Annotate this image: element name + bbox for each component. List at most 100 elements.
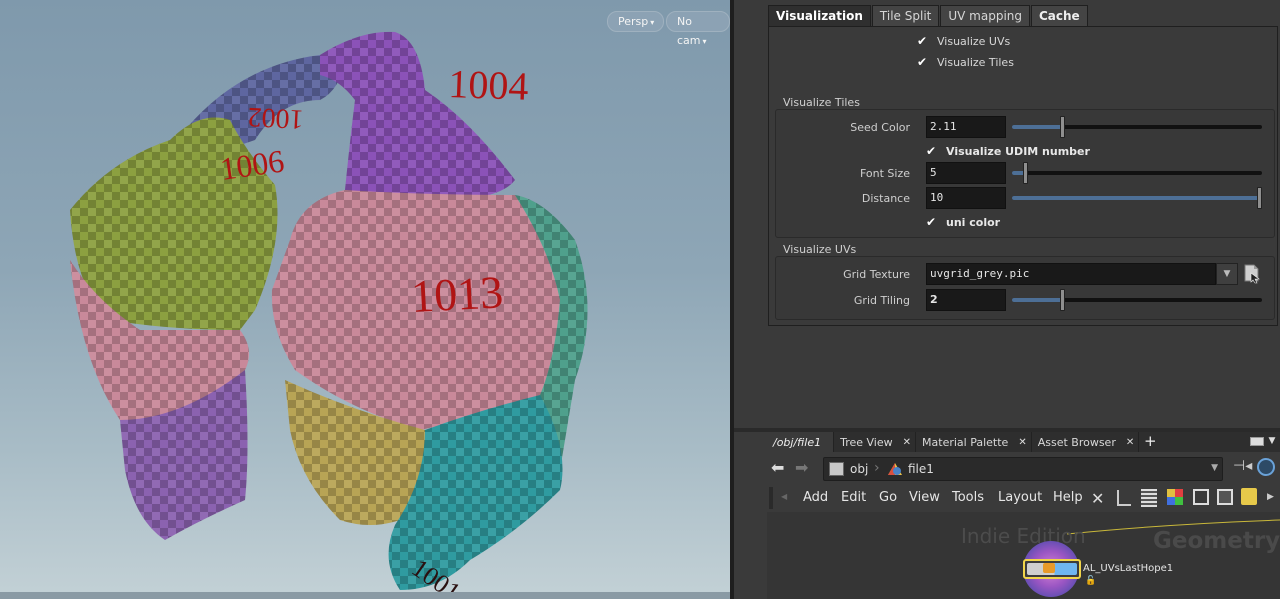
path-breadcrumb[interactable]: obj › file1 ▼ — [823, 457, 1223, 481]
forward-arrow-icon[interactable]: ➡ — [795, 458, 808, 477]
tab-visualization[interactable]: Visualization — [768, 5, 871, 27]
checkmark-icon: ✔ — [926, 144, 937, 158]
menu-go[interactable]: Go — [879, 490, 897, 505]
visualize-tiles-toggle[interactable]: ✔ Visualize Tiles — [917, 53, 1014, 71]
grid-tiling-slider[interactable] — [1012, 289, 1262, 311]
network-path-bar: ⬅ ➡ obj › file1 ▼ ⊣◂ — [767, 452, 1280, 484]
menu-edit[interactable]: Edit — [841, 490, 866, 505]
slider-fill — [1012, 196, 1262, 200]
network-left-strip — [734, 432, 767, 599]
seed-color-field[interactable]: 2.11 — [926, 116, 1006, 138]
close-icon[interactable]: ✕ — [1126, 433, 1134, 452]
tab-material-palette[interactable]: Material Palette ✕ — [916, 432, 1032, 452]
menubar-collapse-icon[interactable]: ◀ — [781, 492, 787, 501]
node-type-icon — [1043, 563, 1055, 573]
slider-fill — [1012, 298, 1062, 302]
edition-watermark: Indie Edition — [961, 524, 1086, 548]
node-name-label[interactable]: AL_UVsLastHope1 — [1083, 563, 1173, 574]
visualize-uvs-label: Visualize UVs — [937, 34, 1011, 48]
uv-tiled-mesh: 1004 1002 1006 1013 1001 — [70, 31, 588, 599]
visualization-tab-body: ✔ Visualize UVs ✔ Visualize Tiles Visual… — [768, 26, 1278, 326]
udim-label: 1013 — [410, 266, 505, 322]
maximize-pane-icon[interactable] — [1250, 437, 1264, 446]
tab-uv-mapping[interactable]: UV mapping — [940, 5, 1030, 27]
slider-handle[interactable] — [1060, 289, 1065, 311]
tab-obj-file1[interactable]: /obj/file1 — [767, 432, 835, 452]
grid-texture-label: Grid Texture — [843, 268, 910, 281]
chevron-down-icon[interactable]: ▼ — [1211, 463, 1218, 473]
chevron-down-icon: ▾ — [650, 18, 655, 27]
path-segment-file1[interactable]: file1 — [908, 462, 934, 476]
network-menubar: ◀ Add Edit Go View Tools Layout Help ✕ ▶ — [767, 484, 1280, 512]
udim-label: 1006 — [218, 142, 286, 187]
checkmark-icon: ✔ — [926, 215, 937, 229]
more-tools-icon[interactable]: ▶ — [1267, 492, 1274, 502]
distance-slider[interactable] — [1012, 187, 1262, 209]
path-segment-obj[interactable]: obj — [850, 462, 868, 476]
slider-handle[interactable] — [1060, 116, 1065, 138]
path-separator-icon: › — [874, 460, 880, 476]
sticky-note-icon[interactable] — [1241, 488, 1257, 505]
distance-label: Distance — [861, 192, 910, 205]
visualize-tiles-group: Seed Color 2.11 ✔ Visualize UDIM number … — [775, 109, 1275, 238]
geometry-node-icon — [888, 463, 902, 475]
close-icon[interactable]: ✕ — [903, 433, 911, 452]
seed-color-slider[interactable] — [1012, 116, 1262, 138]
3d-viewport[interactable]: 1004 1002 1006 1013 1001 Persp ▾ No cam ▾ — [0, 0, 730, 599]
tab-label: Tree View — [840, 435, 893, 449]
pin-icon[interactable]: ⊣◂ — [1233, 458, 1252, 474]
shape-palette-icon[interactable] — [1217, 489, 1233, 505]
visualize-tiles-group-title: Visualize Tiles — [783, 96, 860, 109]
tab-tile-split[interactable]: Tile Split — [871, 5, 940, 27]
lock-icon: 🔓 — [1085, 576, 1097, 586]
menu-help[interactable]: Help — [1053, 490, 1083, 505]
pane-menu-icon[interactable]: ▼ — [1264, 432, 1280, 452]
tools-wrench-icon[interactable]: ✕ — [1091, 489, 1104, 508]
slider-handle[interactable] — [1257, 187, 1262, 209]
menu-add[interactable]: Add — [803, 490, 828, 505]
close-icon[interactable]: ✕ — [1018, 433, 1026, 452]
menu-view[interactable]: View — [909, 490, 940, 505]
uni-color-label: uni color — [946, 215, 1001, 229]
network-canvas[interactable]: Indie Edition Geometry AL_UVsLastHope1 🔓 — [767, 512, 1280, 599]
visualize-uvs-toggle[interactable]: ✔ Visualize UVs — [917, 32, 1010, 50]
font-size-slider[interactable] — [1012, 162, 1262, 184]
chevron-down-icon: ▾ — [702, 37, 707, 46]
tree-layout-icon[interactable] — [1117, 490, 1131, 506]
camera-view-button[interactable]: Persp ▾ — [607, 11, 665, 32]
menubar-grip[interactable] — [769, 487, 773, 509]
font-size-field[interactable]: 5 — [926, 162, 1006, 184]
network-editor: /obj/file1 Tree View ✕ Material Palette ✕ … — [767, 432, 1280, 599]
uni-color-toggle[interactable]: ✔ uni color — [926, 213, 1000, 231]
tab-tree-view[interactable]: Tree View ✕ — [834, 432, 917, 452]
camera-select-button[interactable]: No cam ▾ — [666, 11, 730, 47]
tab-cache[interactable]: Cache — [1031, 5, 1088, 27]
tab-asset-browser[interactable]: Asset Browser ✕ — [1032, 432, 1140, 452]
grid-tiling-field[interactable]: 2 — [926, 289, 1006, 311]
menu-tools[interactable]: Tools — [952, 490, 984, 505]
seed-color-label: Seed Color — [850, 121, 910, 134]
menu-layout[interactable]: Layout — [998, 490, 1042, 505]
grid-texture-dropdown[interactable]: ▼ — [1216, 263, 1238, 285]
add-tab-icon[interactable]: + — [1139, 432, 1161, 452]
context-watermark: Geometry — [1153, 528, 1280, 554]
distance-field[interactable]: 10 — [926, 187, 1006, 209]
network-link-icon[interactable] — [1257, 458, 1275, 476]
list-view-icon[interactable] — [1141, 489, 1157, 507]
color-palette-icon[interactable] — [1167, 489, 1183, 505]
file-chooser-icon[interactable] — [1243, 264, 1261, 284]
slider-handle[interactable] — [1022, 162, 1028, 184]
network-tabbar: /obj/file1 Tree View ✕ Material Palette ✕ … — [767, 432, 1280, 452]
grid-view-icon[interactable] — [1193, 489, 1209, 505]
visualize-uvs-group: Grid Texture uvgrid_grey.pic ▼ Grid Tili… — [775, 256, 1275, 320]
visualize-udim-number-toggle[interactable]: ✔ Visualize UDIM number — [926, 142, 1090, 160]
param-tabbar: Visualization Tile Split UV mapping Cach… — [768, 5, 1089, 27]
tab-label: Material Palette — [922, 435, 1009, 449]
udim-label: 1002 — [247, 101, 305, 135]
grid-tiling-label: Grid Tiling — [853, 294, 910, 307]
grid-texture-field[interactable]: uvgrid_grey.pic — [926, 263, 1216, 285]
visualize-tiles-label: Visualize Tiles — [937, 55, 1014, 69]
udim-label: 1004 — [448, 61, 530, 109]
tab-label: Asset Browser — [1037, 435, 1116, 449]
back-arrow-icon[interactable]: ⬅ — [771, 458, 784, 477]
